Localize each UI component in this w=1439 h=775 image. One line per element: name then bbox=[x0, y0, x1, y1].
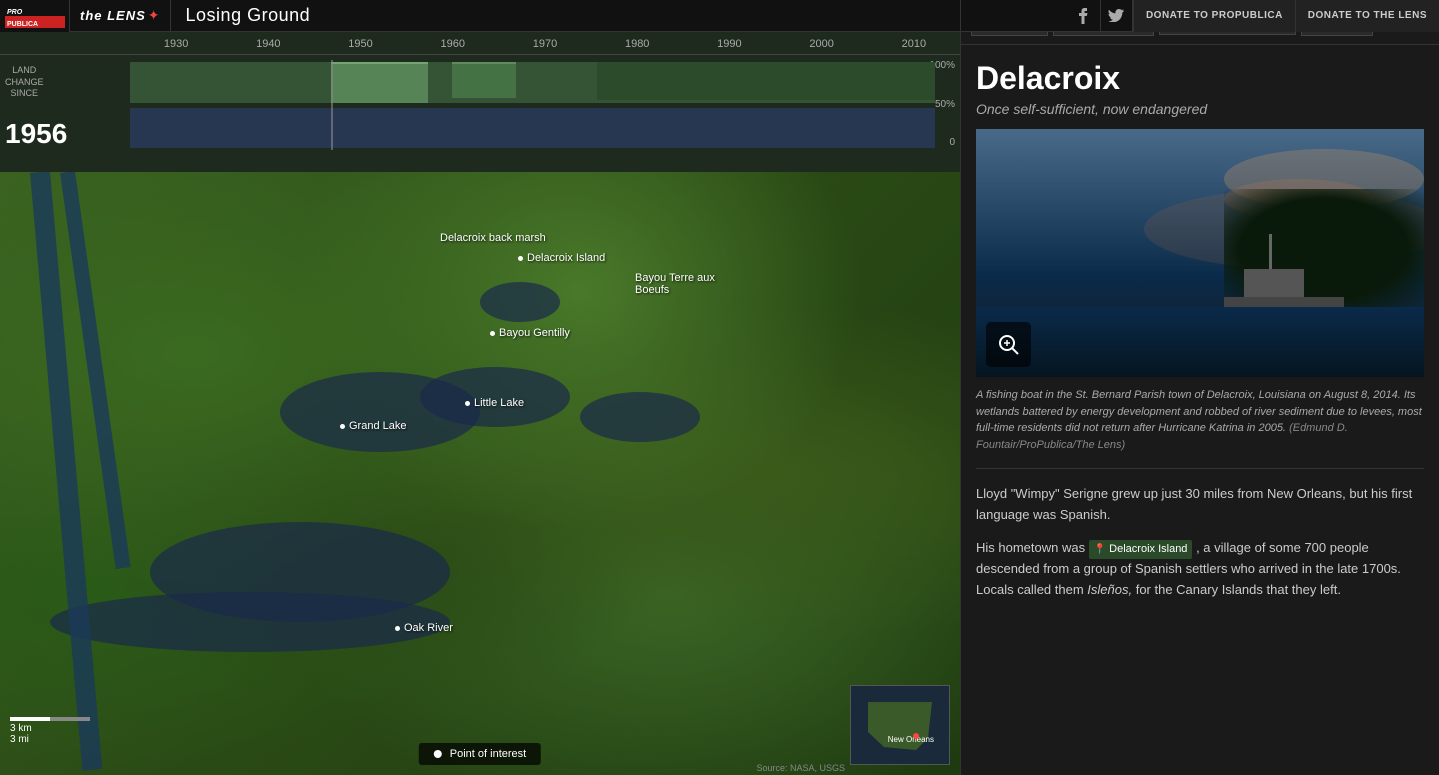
svg-text:PUBLICA: PUBLICA bbox=[7, 21, 38, 28]
body-p1-text: Lloyd "Wimpy" Serigne grew up just 30 mi… bbox=[976, 486, 1412, 522]
year-2000: 2000 bbox=[776, 38, 868, 50]
header-right: DONATE TO PROPUBLICA DONATE TO THE LENS bbox=[960, 0, 1439, 32]
map-area[interactable]: Delacroix back marsh Delacroix Island Ba… bbox=[0, 172, 960, 775]
scale-mi: 3 mi bbox=[10, 734, 90, 745]
land-change-label: LANDCHANGESINCE bbox=[5, 65, 44, 100]
photo-caption: A fishing boat in the St. Bernard Parish… bbox=[976, 387, 1424, 469]
louisiana-shape bbox=[860, 696, 940, 756]
chart-bars[interactable] bbox=[130, 60, 935, 150]
map-dot-little-lake bbox=[465, 401, 470, 406]
year-1950: 1950 bbox=[314, 38, 406, 50]
page-title: Losing Ground bbox=[171, 5, 311, 26]
new-orleans-label: New Orleans bbox=[888, 735, 934, 744]
map-dot-grand-lake bbox=[340, 424, 345, 429]
poi-dot-icon bbox=[434, 750, 442, 758]
label-little-lake: Little Lake bbox=[465, 397, 524, 409]
water-bayou bbox=[580, 392, 700, 442]
twitter-icon[interactable] bbox=[1101, 0, 1133, 32]
body-text: Lloyd "Wimpy" Serigne grew up just 30 mi… bbox=[976, 484, 1424, 601]
label-grand-lake: Grand Lake bbox=[340, 420, 406, 432]
body-p2-pre: His hometown was bbox=[976, 540, 1089, 555]
label-delacroix-island: Delacroix Island bbox=[518, 252, 605, 264]
right-panel: ◈ INTRO ◀ PREVIOUS ALL LOCATIONS ▼ NEXT … bbox=[960, 0, 1439, 775]
timeline-years: 1930 1940 1950 1960 1970 1980 1990 2000 … bbox=[0, 32, 960, 55]
year-1930: 1930 bbox=[130, 38, 222, 50]
scale-bar: 3 km 3 mi bbox=[10, 717, 90, 745]
map-background: Delacroix back marsh Delacroix Island Ba… bbox=[0, 172, 960, 775]
scale-line bbox=[10, 717, 90, 721]
main-canal bbox=[30, 172, 102, 771]
lens-text: the LENS bbox=[80, 8, 146, 23]
body-paragraph-1: Lloyd "Wimpy" Serigne grew up just 30 mi… bbox=[976, 484, 1424, 526]
mini-map: New Orleans bbox=[850, 685, 950, 765]
map-dot-oak-river bbox=[395, 626, 400, 631]
location-photo bbox=[976, 129, 1424, 377]
scale-km: 3 km bbox=[10, 723, 90, 734]
header-left: PRO PUBLICA the LENS ✦ Losing Ground bbox=[0, 0, 960, 32]
label-bayou-gentilly: Bayou Gentilly bbox=[490, 327, 570, 339]
lens-star-icon: ✦ bbox=[148, 7, 160, 24]
location-marker bbox=[913, 733, 919, 739]
location-title: Delacroix bbox=[976, 60, 1424, 97]
svg-text:PRO: PRO bbox=[7, 9, 23, 16]
location-subtitle: Once self-sufficient, now endangered bbox=[976, 101, 1424, 117]
year-1940: 1940 bbox=[222, 38, 314, 50]
year-1990: 1990 bbox=[683, 38, 775, 50]
delacroix-island-link[interactable]: 📍 Delacroix Island bbox=[1089, 540, 1193, 560]
label-delacroix-marsh: Delacroix back marsh bbox=[440, 232, 546, 244]
water-island bbox=[480, 282, 560, 322]
caption-text: A fishing boat in the St. Bernard Parish… bbox=[976, 389, 1422, 434]
poi-legend-label: Point of interest bbox=[450, 748, 526, 760]
location-pin-icon: 📍 bbox=[1094, 542, 1106, 558]
year-1970: 1970 bbox=[499, 38, 591, 50]
body-paragraph-2: His hometown was 📍 Delacroix Island , a … bbox=[976, 538, 1424, 601]
water-reflection bbox=[976, 307, 1424, 377]
poi-legend: Point of interest bbox=[419, 743, 541, 765]
baseline-year: 1956 bbox=[5, 118, 67, 150]
source-text: Source: NASA, USGS bbox=[756, 763, 845, 773]
map-dot-gentilly bbox=[490, 331, 495, 336]
year-1960: 1960 bbox=[407, 38, 499, 50]
canal-water bbox=[50, 592, 450, 652]
year-1980: 1980 bbox=[591, 38, 683, 50]
year-2010: 2010 bbox=[868, 38, 960, 50]
lens-logo[interactable]: the LENS ✦ bbox=[70, 0, 171, 31]
islenos-text: Isleños, bbox=[1087, 582, 1132, 597]
zoom-button[interactable] bbox=[986, 322, 1031, 367]
photo-background bbox=[976, 129, 1424, 377]
donate-lens-button[interactable]: DONATE TO THE LENS bbox=[1295, 0, 1439, 32]
content-area: Delacroix Once self-sufficient, now enda… bbox=[961, 45, 1439, 628]
highlight-text: Delacroix Island bbox=[1109, 541, 1187, 559]
label-oak-river: Oak River bbox=[395, 622, 453, 634]
donate-propublica-button[interactable]: DONATE TO PROPUBLICA bbox=[1133, 0, 1295, 32]
propublica-logo[interactable]: PRO PUBLICA bbox=[0, 0, 70, 32]
timeline-bar: 1930 1940 1950 1960 1970 1980 1990 2000 … bbox=[0, 32, 960, 172]
map-dot-delacroix bbox=[518, 256, 523, 261]
label-bayou-terre: Bayou Terre auxBoeufs bbox=[635, 272, 715, 296]
facebook-icon[interactable] bbox=[1069, 0, 1101, 32]
timeline-chart[interactable]: LANDCHANGESINCE 1956 100% 50% 0 bbox=[0, 55, 960, 155]
